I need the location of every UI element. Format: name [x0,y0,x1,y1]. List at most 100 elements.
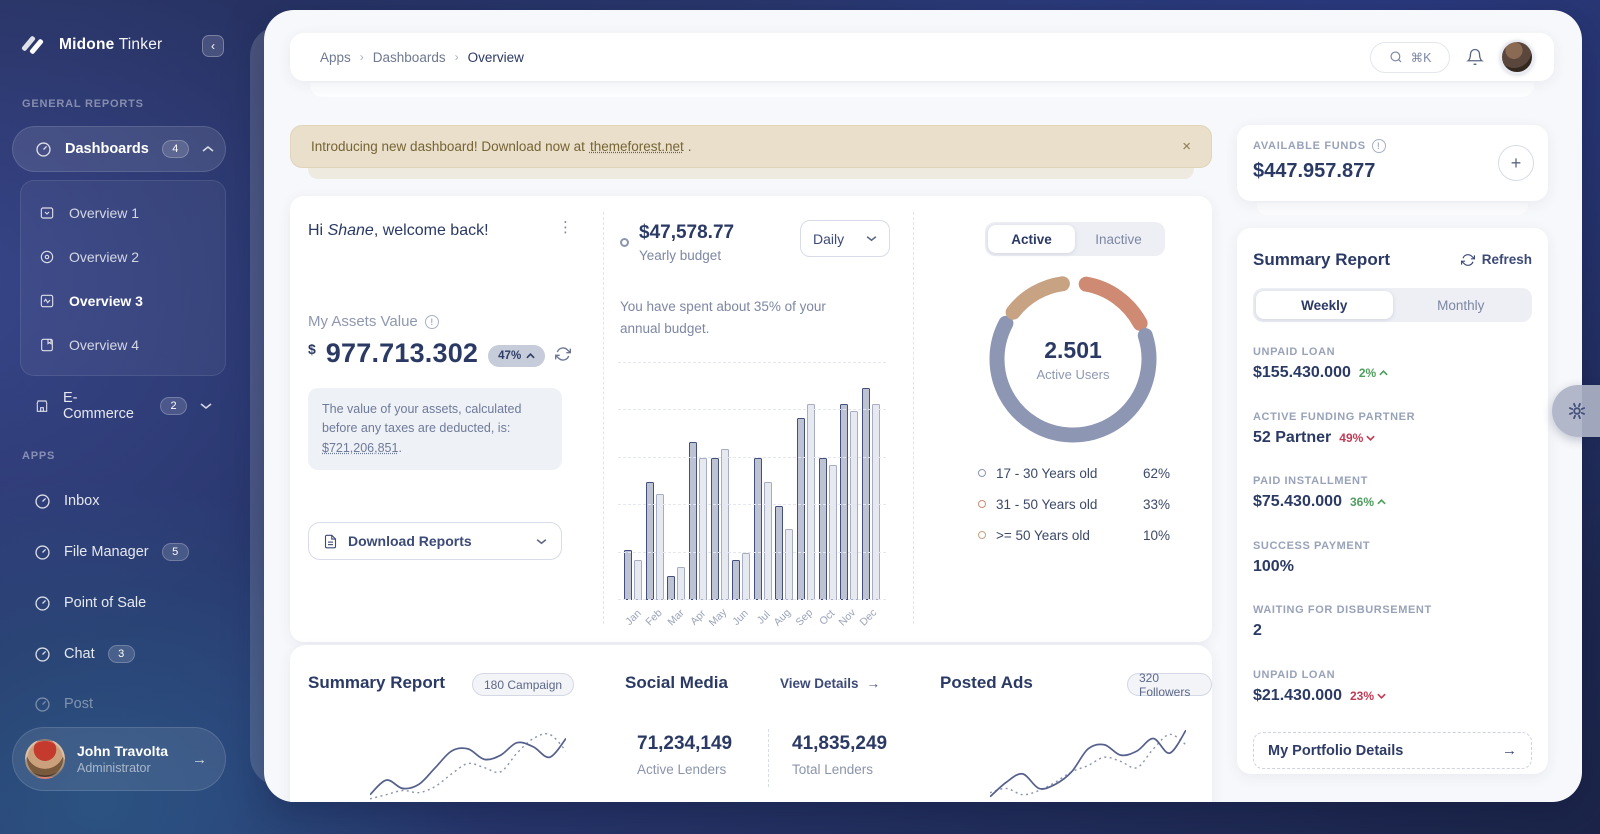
search-input[interactable]: ⌘K [1370,42,1450,73]
metric-label: SUCCESS PAYMENT [1253,540,1532,552]
info-icon[interactable]: ! [1372,139,1386,153]
greeting: Hi Shane, welcome back! [308,222,489,240]
breadcrumb-dashboards[interactable]: Dashboards [373,50,446,65]
funds-label: AVAILABLE FUNDS [1253,140,1366,152]
budget-label: Yearly budget [639,248,721,263]
portfolio-details-button[interactable]: My Portfolio Details → [1253,732,1532,769]
ecommerce-badge: 2 [160,397,187,415]
assets-change-badge[interactable]: 47% [488,345,545,367]
breadcrumb: Apps › Dashboards › Overview [320,50,524,65]
app-root: Midone Tinker ‹ GENERAL REPORTS Dashboar… [0,0,1600,834]
posted-ads-title: Posted Ads [940,673,1033,693]
sidebar-item-inbox[interactable]: Inbox [12,481,226,521]
user-meta: John Travolta Administrator [77,743,168,775]
info-icon[interactable]: ! [425,315,439,329]
legend-item: >= 50 Years old 10% [978,526,1170,544]
app-badge: 3 [108,645,135,663]
profile-avatar[interactable] [1500,40,1534,74]
sidebar-item-overview-4[interactable]: Overview 4 [21,323,225,367]
banner-text-before: Introducing new dashboard! Download now … [311,139,585,154]
axis-tick-label: Mar [667,604,687,630]
campaign-badge: 180 Campaign [472,673,574,696]
period-toggle: Weekly Monthly [1253,288,1532,322]
sidebar-item-chat[interactable]: Chat 3 [12,634,226,674]
bottom-summary-title: Summary Report [308,673,445,693]
bar-group [732,553,750,600]
disc-icon [39,249,55,265]
bar-group [819,458,837,600]
arrow-right-icon: → [1502,742,1517,759]
axis-tick-label: Feb [645,604,665,630]
chevron-up-icon [202,145,214,153]
bar-group [711,449,729,600]
axis-tick-label: Jun [731,604,751,630]
download-reports-button[interactable]: Download Reports [308,522,562,560]
metric-success-payment: SUCCESS PAYMENT 100% [1253,540,1532,576]
tab-inactive[interactable]: Inactive [1075,225,1162,253]
close-icon[interactable]: × [1182,138,1191,155]
brand-name-light: Tinker [119,36,163,53]
banner-link[interactable]: themeforest.net [590,139,684,154]
summary-sparkline-chart [370,699,566,802]
refresh-button[interactable]: Refresh [1461,252,1532,267]
chevron-down-icon [1377,693,1386,699]
metric-value: 100% [1253,558,1294,576]
settings-button[interactable] [1552,385,1600,437]
sidebar-item-overview-1[interactable]: Overview 1 [21,191,225,235]
budget-bar-chart-labels: JanFebMarAprMayJunJulAugSepOctNovDec [618,604,886,630]
main-container: Apps › Dashboards › Overview ⌘K [264,10,1582,802]
funds-stack-edge [1257,203,1528,215]
sidebar-item-label: File Manager [64,544,149,560]
gear-icon [1566,400,1588,422]
budget-bullet-icon [620,238,629,247]
sidebar-collapse-button[interactable]: ‹ [202,35,224,57]
tab-weekly[interactable]: Weekly [1256,291,1393,319]
axis-tick-label: Jul [753,604,773,630]
banner-text-after: . [688,139,692,154]
sidebar-item-label: Chat [64,646,95,662]
submenu-label: Overview 1 [69,205,139,221]
view-details-link[interactable]: View Details → [780,676,880,691]
arrow-right-icon[interactable]: → [192,751,207,768]
metric-label: PAID INSTALLMENT [1253,475,1532,487]
sidebar-item-label: Inbox [64,493,99,509]
sidebar-item-overview-3[interactable]: Overview 3 [21,279,225,323]
bar-group [667,567,685,600]
sidebar-item-label: E-Commerce [63,390,147,422]
period-select[interactable]: Daily [800,220,890,257]
portfolio-details-label: My Portfolio Details [1268,743,1403,759]
brand[interactable]: Midone Tinker [22,33,162,57]
notifications-bell-icon[interactable] [1466,48,1484,66]
stat-label: Total Lenders [792,762,887,777]
breadcrumb-apps[interactable]: Apps [320,50,351,65]
sidebar-item-post[interactable]: Post [12,684,226,724]
funds-label-row: AVAILABLE FUNDS ! [1253,139,1386,153]
sidebar-item-overview-2[interactable]: Overview 2 [21,235,225,279]
column-divider [603,212,604,624]
file-icon [323,534,338,549]
sidebar-item-dashboards[interactable]: Dashboards 4 [12,126,226,172]
sidebar-item-ecommerce[interactable]: E-Commerce 2 [12,386,226,426]
refresh-icon [1461,253,1475,267]
tab-active[interactable]: Active [988,225,1075,253]
dashboards-submenu: Overview 1 Overview 2 Overview 3 Overvie… [20,180,226,376]
legend-label: 31 - 50 Years old [996,497,1097,512]
sidebar-user-card[interactable]: John Travolta Administrator → [12,727,226,791]
chevron-up-icon [1379,370,1388,376]
brand-name: Midone Tinker [59,36,162,54]
metric-value: 2 [1253,622,1262,640]
submenu-label: Overview 3 [69,293,143,309]
sidebar-item-point-of-sale[interactable]: Point of Sale [12,583,226,623]
stat-total-lenders: 41,835,249 Total Lenders [792,733,887,777]
bar-group [840,404,858,600]
sidebar-item-file-manager[interactable]: File Manager 5 [12,532,226,572]
tab-monthly[interactable]: Monthly [1393,291,1530,319]
assets-note: The value of your assets, calculated bef… [308,388,562,470]
bar-group [624,550,642,600]
refresh-icon[interactable] [555,346,571,362]
kebab-menu-icon[interactable]: ⋮ [558,220,573,235]
budget-note: You have spent about 35% of your annual … [620,296,870,339]
chevron-up-icon [1377,499,1386,505]
add-funds-button[interactable]: + [1498,145,1534,181]
metric-value: $75.430.000 [1253,493,1342,511]
